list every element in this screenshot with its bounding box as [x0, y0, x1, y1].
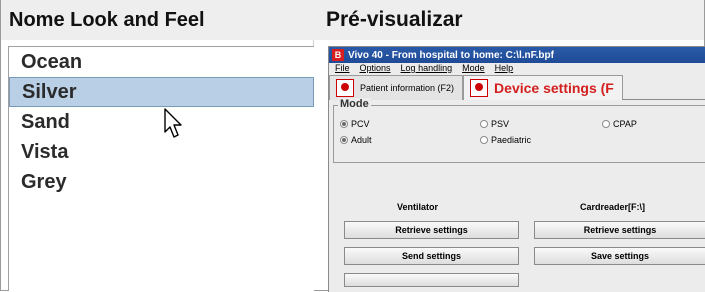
lookandfeel-header: Nome Look and Feel — [1, 0, 314, 40]
tab-patient-information[interactable]: Patient information (F2) — [329, 75, 464, 100]
radio-pcv[interactable]: PCV — [340, 119, 370, 129]
mouse-cursor-icon — [164, 108, 182, 138]
radio-paediatric[interactable]: Paediatric — [480, 135, 531, 145]
ventilator-send-settings-button[interactable]: Send settings — [344, 247, 519, 265]
menu-options[interactable]: Options — [360, 63, 391, 75]
radio-pcv-dot — [340, 120, 348, 128]
lookandfeel-item-ocean[interactable]: Ocean — [9, 47, 314, 77]
tab-patient-information-label: Patient information (F2) — [360, 83, 455, 93]
radio-adult[interactable]: Adult — [340, 135, 372, 145]
radio-psv-dot — [480, 120, 488, 128]
radio-cpap-dot — [602, 120, 610, 128]
tab-device-settings[interactable]: Device settings (F — [463, 75, 623, 100]
radio-psv-label: PSV — [491, 119, 510, 129]
radio-adult-label: Adult — [351, 135, 372, 145]
radio-psv[interactable]: PSV — [480, 119, 509, 129]
window-title: Vivo 40 - From hospital to home: C:\l.nF… — [348, 49, 554, 61]
radio-paediatric-label: Paediatric — [491, 135, 532, 145]
radio-cpap-label: CPAP — [613, 119, 637, 129]
mode-group: Mode PCV PSV CPAP Adult Paediatric — [333, 98, 705, 163]
radio-pcv-label: PCV — [351, 119, 370, 129]
lookandfeel-item-silver[interactable]: Silver — [9, 77, 314, 107]
lookandfeel-item-vista[interactable]: Vista — [9, 137, 314, 167]
menu-help[interactable]: Help — [495, 63, 514, 75]
preview-titlebar: B Vivo 40 - From hospital to home: C:\l.… — [329, 47, 705, 63]
app-icon: B — [332, 49, 344, 61]
device-icon — [470, 79, 489, 97]
radio-paediatric-dot — [480, 136, 488, 144]
ventilator-label: Ventilator — [397, 202, 439, 212]
menu-mode[interactable]: Mode — [462, 63, 485, 75]
lookandfeel-list[interactable]: Ocean Silver Sand Vista Grey — [8, 46, 314, 291]
menubar: File Options Log handling Mode Help — [329, 63, 705, 75]
cardreader-label: Cardreader[F:\] — [580, 202, 646, 212]
cardreader-save-settings-button[interactable]: Save settings — [534, 247, 705, 265]
menu-file[interactable]: File — [335, 63, 350, 75]
lookandfeel-item-grey[interactable]: Grey — [9, 167, 314, 197]
preview-header: Pré-visualizar — [314, 0, 704, 40]
preview-title: Pré-visualizar — [326, 8, 463, 31]
radio-adult-dot — [340, 136, 348, 144]
lookandfeel-item-sand[interactable]: Sand — [9, 107, 314, 137]
patient-icon — [336, 79, 354, 97]
radio-cpap[interactable]: CPAP — [602, 119, 637, 129]
ventilator-retrieve-settings-button[interactable]: Retrieve settings — [344, 221, 519, 239]
tab-device-settings-label: Device settings (F — [494, 80, 614, 96]
preview-panel: B Vivo 40 - From hospital to home: C:\l.… — [328, 46, 705, 292]
preview-tabs: Patient information (F2) Device settings… — [329, 75, 705, 100]
lookandfeel-title: Nome Look and Feel — [9, 8, 205, 31]
ventilator-extra-button[interactable] — [344, 273, 519, 287]
cardreader-retrieve-settings-button[interactable]: Retrieve settings — [534, 221, 705, 239]
mode-title: Mode — [338, 98, 371, 110]
menu-log-handling[interactable]: Log handling — [401, 63, 453, 75]
